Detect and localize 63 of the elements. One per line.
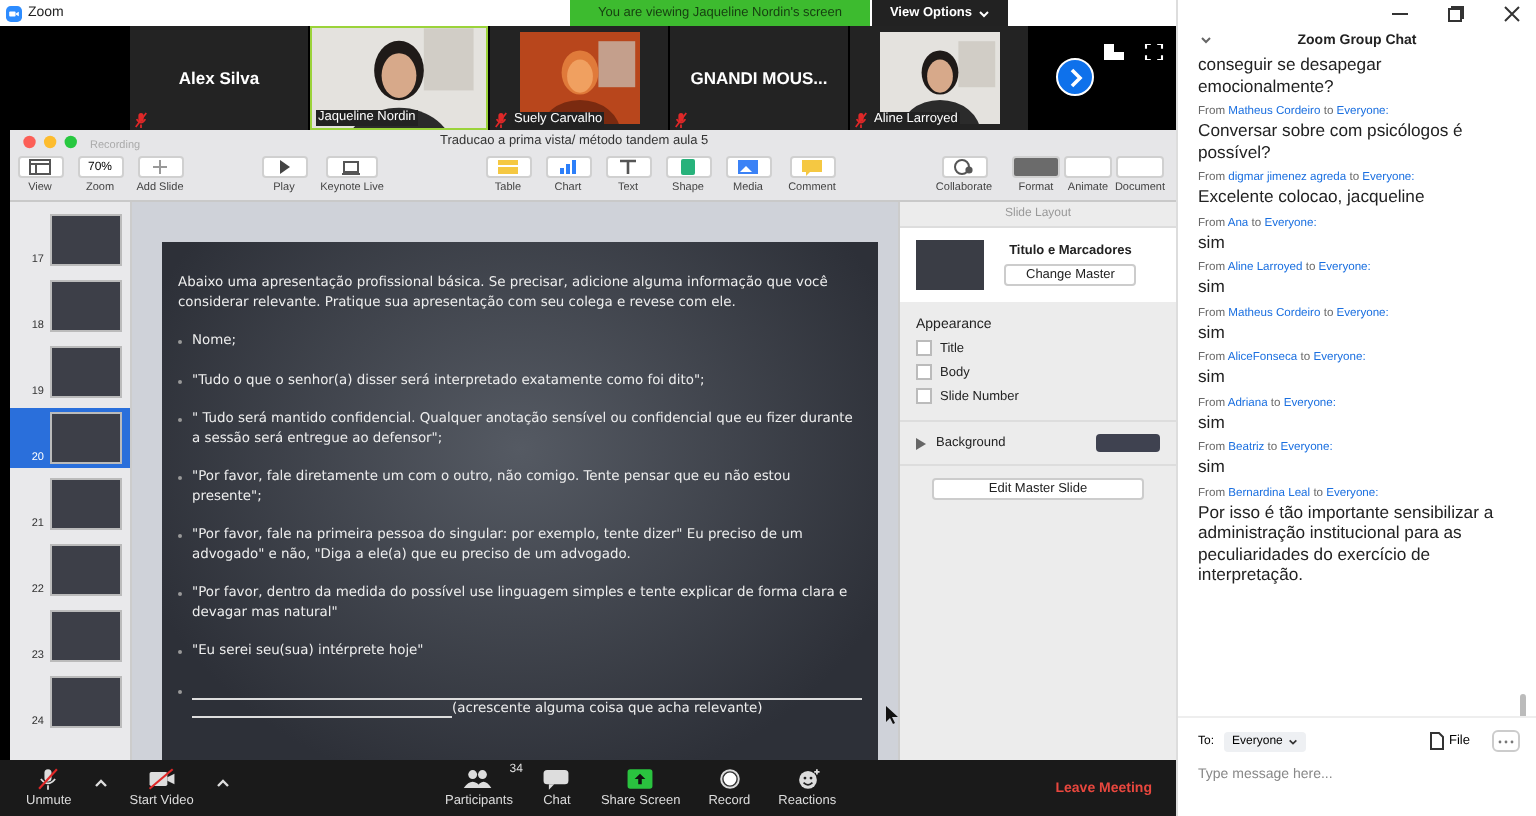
message-text: sim xyxy=(1198,321,1227,342)
layout-icon[interactable] xyxy=(1104,44,1124,60)
chevron-right-icon xyxy=(1067,67,1083,87)
caret-icon xyxy=(93,778,108,788)
message-text: Excelente colocao, jacqueline xyxy=(1198,186,1427,207)
control-icon xyxy=(462,768,495,790)
slide-thumbnail xyxy=(50,280,122,332)
checkbox[interactable] xyxy=(916,364,932,380)
tool-icon xyxy=(800,158,824,176)
participant-name: Alex Silva xyxy=(178,68,260,88)
slide-thumbnail xyxy=(50,478,122,530)
message-text: Por isso é tão importante sensibilizar a administração institucional para as peculiaridades do exercício de interpretação. xyxy=(1198,501,1496,585)
zoom-logo-icon xyxy=(6,5,22,21)
chevron-icon xyxy=(978,9,991,17)
next-page-button[interactable] xyxy=(1056,58,1094,96)
message-text: sim xyxy=(1198,366,1227,387)
participant-name: GNANDI MOUS... xyxy=(690,68,828,88)
muted-mic-icon xyxy=(494,112,508,128)
chevron-down-icon xyxy=(1288,737,1299,745)
tool-icon xyxy=(148,158,172,176)
close-icon[interactable] xyxy=(1504,5,1520,21)
message-text: sim xyxy=(1198,231,1227,252)
slide-thumbnail xyxy=(50,412,122,464)
message-text: Conversar sobre com psicólogos é possível? xyxy=(1198,120,1465,162)
toolbar-button[interactable] xyxy=(17,156,63,178)
checkbox[interactable] xyxy=(916,388,932,404)
restore-icon[interactable] xyxy=(1448,5,1464,21)
tool-icon xyxy=(676,158,700,176)
tool-icon xyxy=(496,158,520,176)
control-icon xyxy=(624,768,657,790)
control-icon xyxy=(540,768,573,790)
message-text: sim xyxy=(1198,411,1227,432)
color-swatch[interactable] xyxy=(1096,434,1160,452)
cursor-icon xyxy=(886,706,898,724)
tool-icon xyxy=(556,158,580,176)
chevron-down-icon[interactable] xyxy=(1200,36,1212,44)
message-text: sim xyxy=(1198,456,1227,477)
checkbox[interactable] xyxy=(916,340,932,356)
message-text: conseguir se desapegar emocionalmente? xyxy=(1198,54,1384,96)
slide-thumbnail xyxy=(50,544,122,596)
muted-mic-icon xyxy=(134,112,148,128)
slide-thumbnail xyxy=(50,214,122,266)
caret-icon xyxy=(215,778,230,788)
tool-icon xyxy=(28,158,52,176)
toolbar-button[interactable] xyxy=(941,156,987,178)
file-icon xyxy=(1429,732,1444,750)
disclosure-icon[interactable] xyxy=(916,437,926,449)
tool-icon xyxy=(616,158,640,176)
tool-icon xyxy=(340,158,364,176)
toolbar-button[interactable] xyxy=(261,156,307,178)
message-text: sim xyxy=(1198,276,1227,297)
control-icon xyxy=(145,768,178,790)
slide-thumbnail xyxy=(50,346,122,398)
slide-thumbnail xyxy=(50,676,122,728)
muted-mic-icon xyxy=(674,112,688,128)
fullscreen-icon[interactable] xyxy=(1144,44,1164,60)
layout-thumbnail xyxy=(916,240,984,290)
tool-icon xyxy=(736,158,760,176)
tool-icon xyxy=(952,158,976,176)
toolbar-button[interactable] xyxy=(605,156,651,178)
muted-mic-icon xyxy=(854,112,868,128)
toolbar-button[interactable] xyxy=(326,156,378,178)
slide-thumbnail xyxy=(50,610,122,662)
